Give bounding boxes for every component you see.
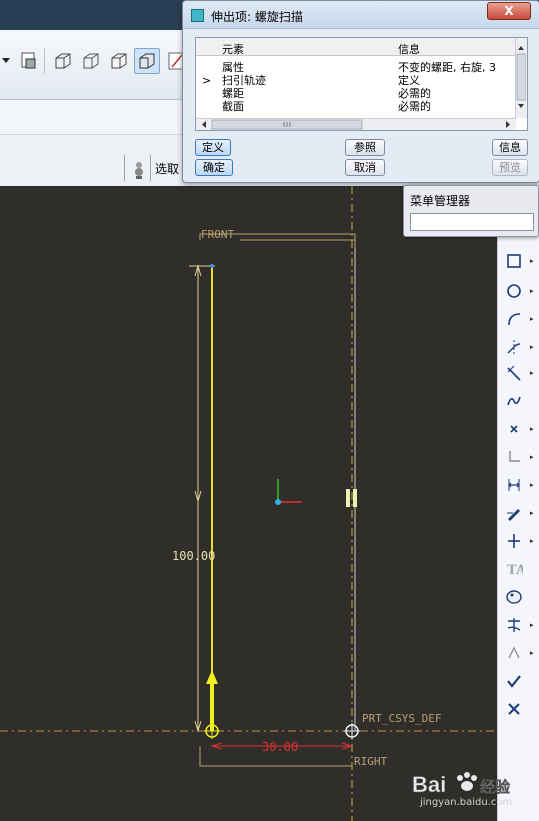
element-table[interactable]: 元素 信息 属性 不变的螺距, 右旋, 3 > 扫引轨迹 定义 螺距 必需的 截… — [195, 37, 528, 131]
constraint-flyout-icon[interactable]: ▸ — [530, 537, 536, 545]
menu-manager-list[interactable] — [410, 213, 534, 231]
helical-sweep-dialog: 伸出项: 螺旋扫描 X 元素 信息 属性 不变的螺距, 右旋, 3 > 扫引轨迹… — [182, 0, 539, 183]
table-row[interactable]: > 扫引轨迹 定义 — [196, 74, 516, 87]
display-style-icon[interactable] — [18, 50, 40, 72]
use-edge-tool-icon[interactable] — [500, 444, 528, 470]
chamfer-tool-icon[interactable] — [500, 360, 528, 386]
use-edge-flyout-icon[interactable]: ▸ — [530, 453, 536, 461]
baidu-watermark: Bai 经验 — [412, 772, 511, 798]
row-info: 不变的螺距, 右旋, 3 — [398, 61, 496, 74]
close-button[interactable]: X — [487, 2, 531, 20]
column-header-info: 信息 — [398, 43, 420, 56]
ok-button[interactable]: 确定 — [195, 159, 233, 176]
no-hidden-icon[interactable] — [108, 50, 130, 72]
mirror-flyout-icon[interactable]: ▸ — [530, 649, 536, 657]
front-label: FRONT — [201, 228, 234, 241]
spline-tool-icon[interactable] — [500, 388, 528, 414]
selection-filter-icon[interactable] — [128, 159, 150, 181]
column-header-element: 元素 — [222, 43, 244, 56]
shading-icon[interactable] — [134, 48, 160, 74]
point-tool-icon[interactable] — [500, 416, 528, 442]
width-dimension-label: 30.00 — [262, 740, 298, 754]
table-header: 元素 信息 — [196, 38, 527, 56]
trim-flyout-icon[interactable]: ▸ — [530, 621, 536, 629]
start-point-arrow — [206, 670, 218, 731]
modify-flyout-icon[interactable]: ▸ — [530, 509, 536, 517]
row-element: 截面 — [222, 100, 244, 112]
arc-flyout-icon[interactable]: ▸ — [530, 315, 536, 323]
row-element: 扫引轨迹 — [222, 74, 266, 87]
rectangle-flyout-icon[interactable]: ▸ — [530, 257, 536, 265]
right-label: RIGHT — [354, 755, 387, 768]
table-row[interactable]: 属性 不变的螺距, 右旋, 3 — [196, 61, 516, 74]
sketch-toolbar: ▸ ▸ ▸ ▸ ▸ ▸ ▸ ▸ ▸ ▸ TA ▸ ▸ — [497, 186, 539, 821]
mirror-tool-icon[interactable] — [500, 640, 528, 666]
menu-manager: 菜单管理器 — [403, 185, 539, 237]
paw-icon — [457, 772, 477, 791]
horizontal-scrollbar[interactable] — [196, 118, 516, 130]
row-info: 必需的 — [398, 100, 431, 112]
vertical-scrollbar[interactable] — [515, 38, 527, 118]
modify-tool-icon[interactable] — [500, 500, 528, 526]
fillet-tool-icon[interactable] — [500, 334, 528, 360]
height-dimension-label: 100.00 — [172, 549, 215, 563]
point-flyout-icon[interactable]: ▸ — [530, 425, 536, 433]
constraint-marker — [346, 489, 350, 507]
dialog-app-icon — [191, 9, 204, 22]
fillet-flyout-icon[interactable]: ▸ — [530, 343, 536, 351]
hidden-line-icon[interactable] — [80, 50, 102, 72]
front-datum-frame — [199, 233, 356, 706]
dropdown-arrow-icon[interactable] — [0, 50, 12, 72]
text-tool-icon[interactable]: TA — [500, 556, 528, 582]
row-marker: > — [202, 74, 212, 87]
graphics-window[interactable]: FRONT 100.00 30.00 PRT_CSYS_DEF RIGHT — [0, 186, 497, 821]
preview-button[interactable]: 预览 — [492, 159, 528, 176]
row-element: 螺距 — [222, 87, 244, 100]
select-label[interactable]: 选取 — [155, 160, 179, 177]
arc-tool-icon[interactable] — [500, 306, 528, 332]
dimension-tool-icon[interactable] — [500, 472, 528, 498]
sketch-canvas[interactable]: FRONT 100.00 30.00 PRT_CSYS_DEF RIGHT — [0, 186, 497, 821]
constraint-tool-icon[interactable] — [500, 528, 528, 554]
row-info: 定义 — [398, 74, 420, 87]
svg-text:TA: TA — [507, 563, 523, 578]
wireframe-icon[interactable] — [52, 50, 74, 72]
circle-flyout-icon[interactable]: ▸ — [530, 287, 536, 295]
define-button[interactable]: 定义 — [195, 139, 231, 156]
row-info: 必需的 — [398, 87, 431, 100]
svg-text:Bai: Bai — [412, 772, 446, 797]
reference-button[interactable]: 参照 — [345, 139, 385, 156]
row-element: 属性 — [222, 61, 244, 74]
csys-label: PRT_CSYS_DEF — [362, 712, 441, 725]
table-row[interactable]: 螺距 必需的 — [196, 87, 516, 100]
chamfer-flyout-icon[interactable]: ▸ — [530, 369, 536, 377]
info-button[interactable]: 信息 — [492, 139, 528, 156]
done-check-icon[interactable] — [500, 668, 528, 694]
watermark-url: jingyan.baidu.com — [420, 797, 513, 808]
svg-text:经验: 经验 — [480, 778, 511, 796]
trim-tool-icon[interactable] — [500, 612, 528, 638]
dialog-title-bar[interactable]: 伸出项: 螺旋扫描 X — [183, 1, 539, 29]
circle-tool-icon[interactable] — [500, 278, 528, 304]
coordinate-system-icon — [275, 479, 302, 505]
rectangle-tool-icon[interactable] — [500, 248, 528, 274]
menu-manager-title: 菜单管理器 — [410, 194, 471, 208]
cancel-button[interactable]: 取消 — [345, 159, 385, 176]
table-row[interactable]: 截面 必需的 — [196, 100, 516, 112]
dimension-flyout-icon[interactable]: ▸ — [530, 481, 536, 489]
quit-x-icon[interactable] — [500, 696, 528, 722]
dialog-title: 伸出项: 螺旋扫描 — [211, 10, 303, 24]
palette-tool-icon[interactable] — [500, 584, 528, 610]
